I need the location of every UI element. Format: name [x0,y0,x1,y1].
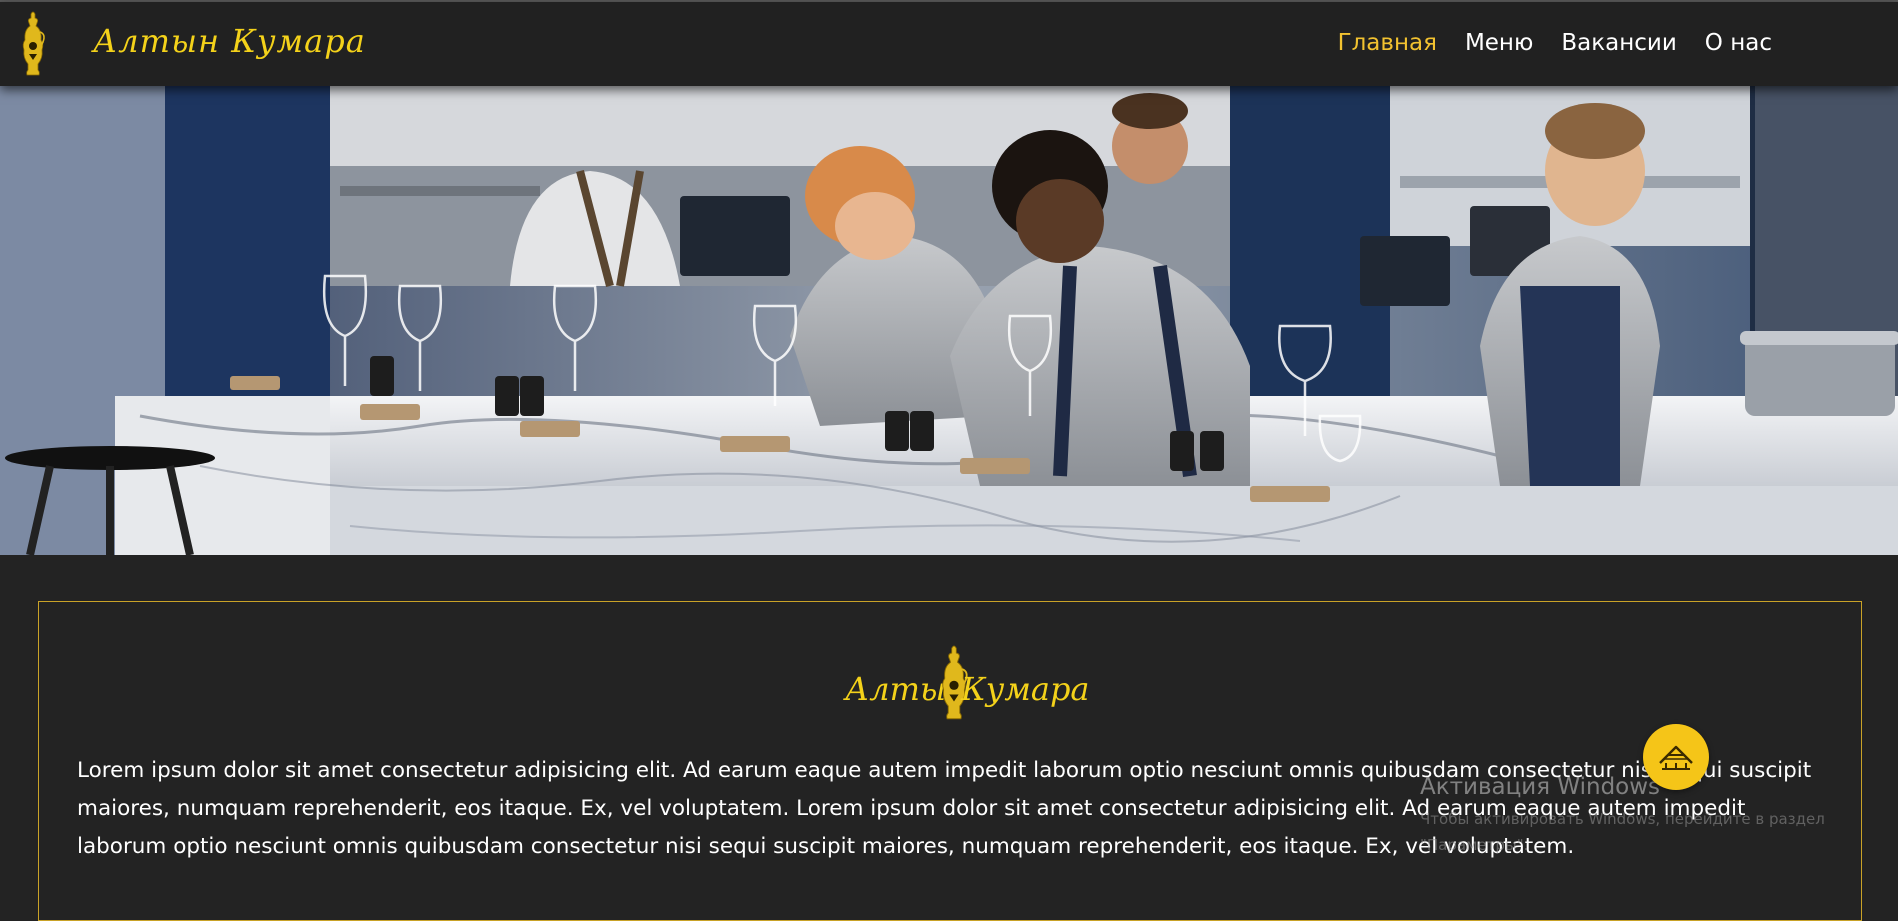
brand-logo-text[interactable]: Алтын Кумара [93,22,366,60]
floating-action-button[interactable] [1643,724,1709,790]
nav-item-menu[interactable]: Меню [1465,30,1533,56]
nav-item-home[interactable]: Главная [1338,30,1437,56]
about-logo: Алтын Кумара [809,640,1109,736]
nav-item-vacancies[interactable]: Вакансии [1561,30,1676,56]
main-nav: Главная Меню Вакансии О нас [1338,30,1772,56]
site-header: Алтын Кумара Главная Меню Вакансии О нас [0,2,1898,86]
nav-item-about[interactable]: О нас [1705,30,1772,56]
yurt-roof-icon [1659,745,1693,770]
about-paragraph: Lorem ipsum dolor sit amet consectetur a… [77,758,1812,859]
jug-logo-icon[interactable] [20,10,46,78]
about-section: Алтын Кумара Lorem ipsum dolor sit amet … [38,601,1862,921]
about-logo-word-2: Кумара [961,670,1090,708]
hero-image [0,86,1898,555]
